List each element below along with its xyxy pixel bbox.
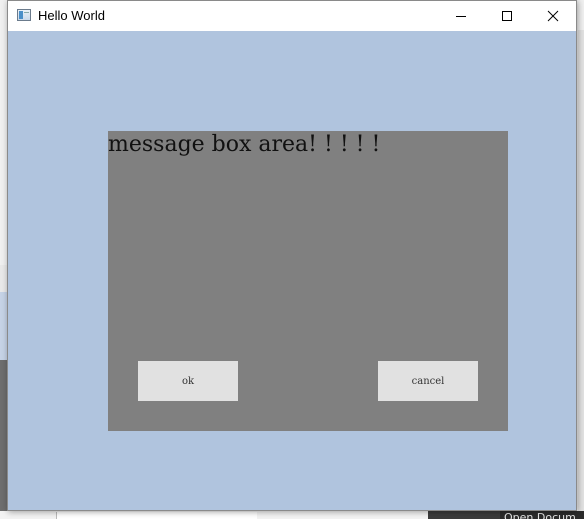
- app-window-icon: [17, 9, 31, 21]
- ok-button[interactable]: ok: [138, 361, 238, 401]
- close-icon: [547, 10, 559, 22]
- background-bottom-dark: [428, 511, 500, 519]
- background-bottom-window: [56, 512, 257, 519]
- maximize-button[interactable]: [484, 1, 530, 31]
- maximize-icon: [502, 11, 512, 21]
- close-button[interactable]: [530, 1, 576, 31]
- message-box: message box area! ! ! ! ! ok cancel: [108, 131, 508, 431]
- cancel-button[interactable]: cancel: [378, 361, 478, 401]
- client-area: message box area! ! ! ! ! ok cancel: [8, 31, 576, 510]
- title-bar[interactable]: Hello World: [8, 1, 576, 31]
- background-window-right: [578, 30, 584, 511]
- minimize-button[interactable]: [438, 1, 484, 31]
- background-taskbar-fragment: Open Docum: [500, 511, 584, 519]
- message-text: message box area! ! ! ! !: [108, 132, 381, 157]
- window-title: Hello World: [38, 8, 105, 23]
- main-window: Hello World message box area! ! ! ! ! ok…: [7, 0, 577, 511]
- minimize-icon: [456, 16, 466, 17]
